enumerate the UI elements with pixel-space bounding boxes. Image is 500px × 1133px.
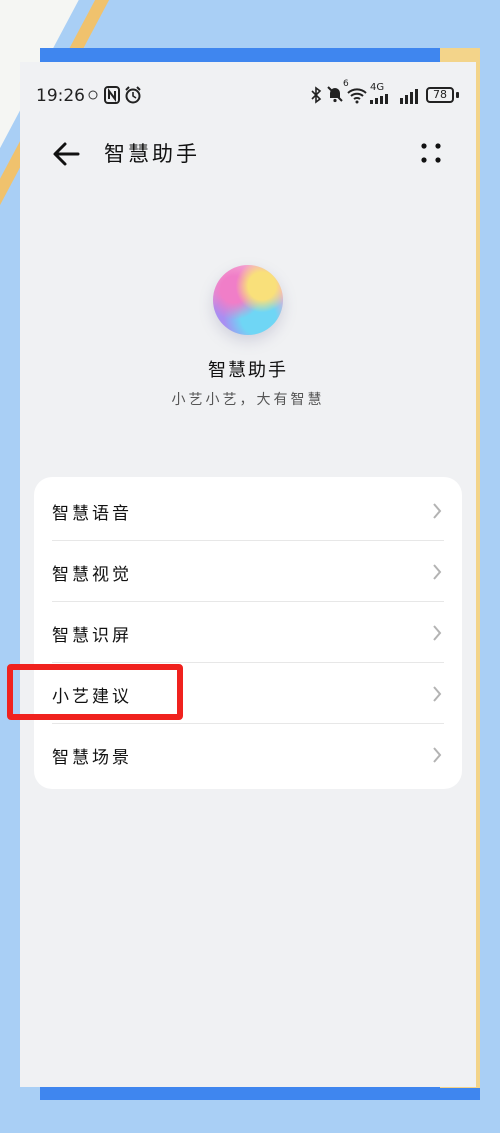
page-title: 智慧助手: [104, 142, 200, 166]
assistant-logo-icon: [213, 265, 283, 335]
divider: [52, 540, 444, 541]
app-name: 智慧助手: [208, 360, 288, 381]
wifi-6-label: 6: [343, 79, 349, 89]
wifi-6-icon: [347, 88, 367, 104]
settings-menu-card: 智慧语音 智慧视觉 智慧识屏 小艺建议 智慧场景: [34, 477, 462, 789]
menu-item-smart-scenes[interactable]: 智慧场景: [34, 725, 462, 785]
signal-4g-icon: [370, 94, 388, 104]
battery-tip: [456, 92, 459, 98]
chevron-right-icon: [433, 686, 442, 702]
back-arrow-icon[interactable]: [48, 136, 84, 172]
highlight-annotation-box: [7, 664, 183, 720]
divider: [52, 662, 444, 663]
chevron-right-icon: [433, 564, 442, 580]
nfc-icon: [104, 86, 120, 104]
status-bar: 19:26 6 4G 78: [20, 62, 476, 126]
more-dots-icon[interactable]: [416, 138, 446, 168]
signal-icon: [400, 89, 418, 104]
battery-indicator: 78: [426, 87, 454, 103]
menu-item-smart-screen-recognition[interactable]: 智慧识屏: [34, 603, 462, 663]
divider: [52, 601, 444, 602]
menu-item-smart-voice[interactable]: 智慧语音: [34, 481, 462, 541]
chevron-right-icon: [433, 747, 442, 763]
app-slogan: 小艺小艺，大有智慧: [171, 392, 325, 408]
nfc-small-icon: [88, 90, 98, 100]
menu-item-label: 智慧识屏: [52, 626, 132, 646]
chevron-right-icon: [433, 625, 442, 641]
bluetooth-icon: [311, 86, 322, 104]
mute-icon: [327, 86, 343, 103]
menu-item-smart-vision[interactable]: 智慧视觉: [34, 542, 462, 602]
network-4g-label: 4G: [370, 82, 385, 93]
menu-item-label: 智慧视觉: [52, 565, 132, 585]
menu-item-label: 智慧场景: [52, 748, 132, 768]
chevron-right-icon: [433, 503, 442, 519]
status-time: 19:26: [36, 86, 85, 106]
alarm-icon: [125, 86, 141, 104]
menu-item-label: 智慧语音: [52, 504, 132, 524]
divider: [52, 723, 444, 724]
phone-screen: 19:26 6 4G 78 智慧助手 智慧助手 小艺小艺，大有智慧 智慧语音 智…: [20, 62, 476, 1087]
